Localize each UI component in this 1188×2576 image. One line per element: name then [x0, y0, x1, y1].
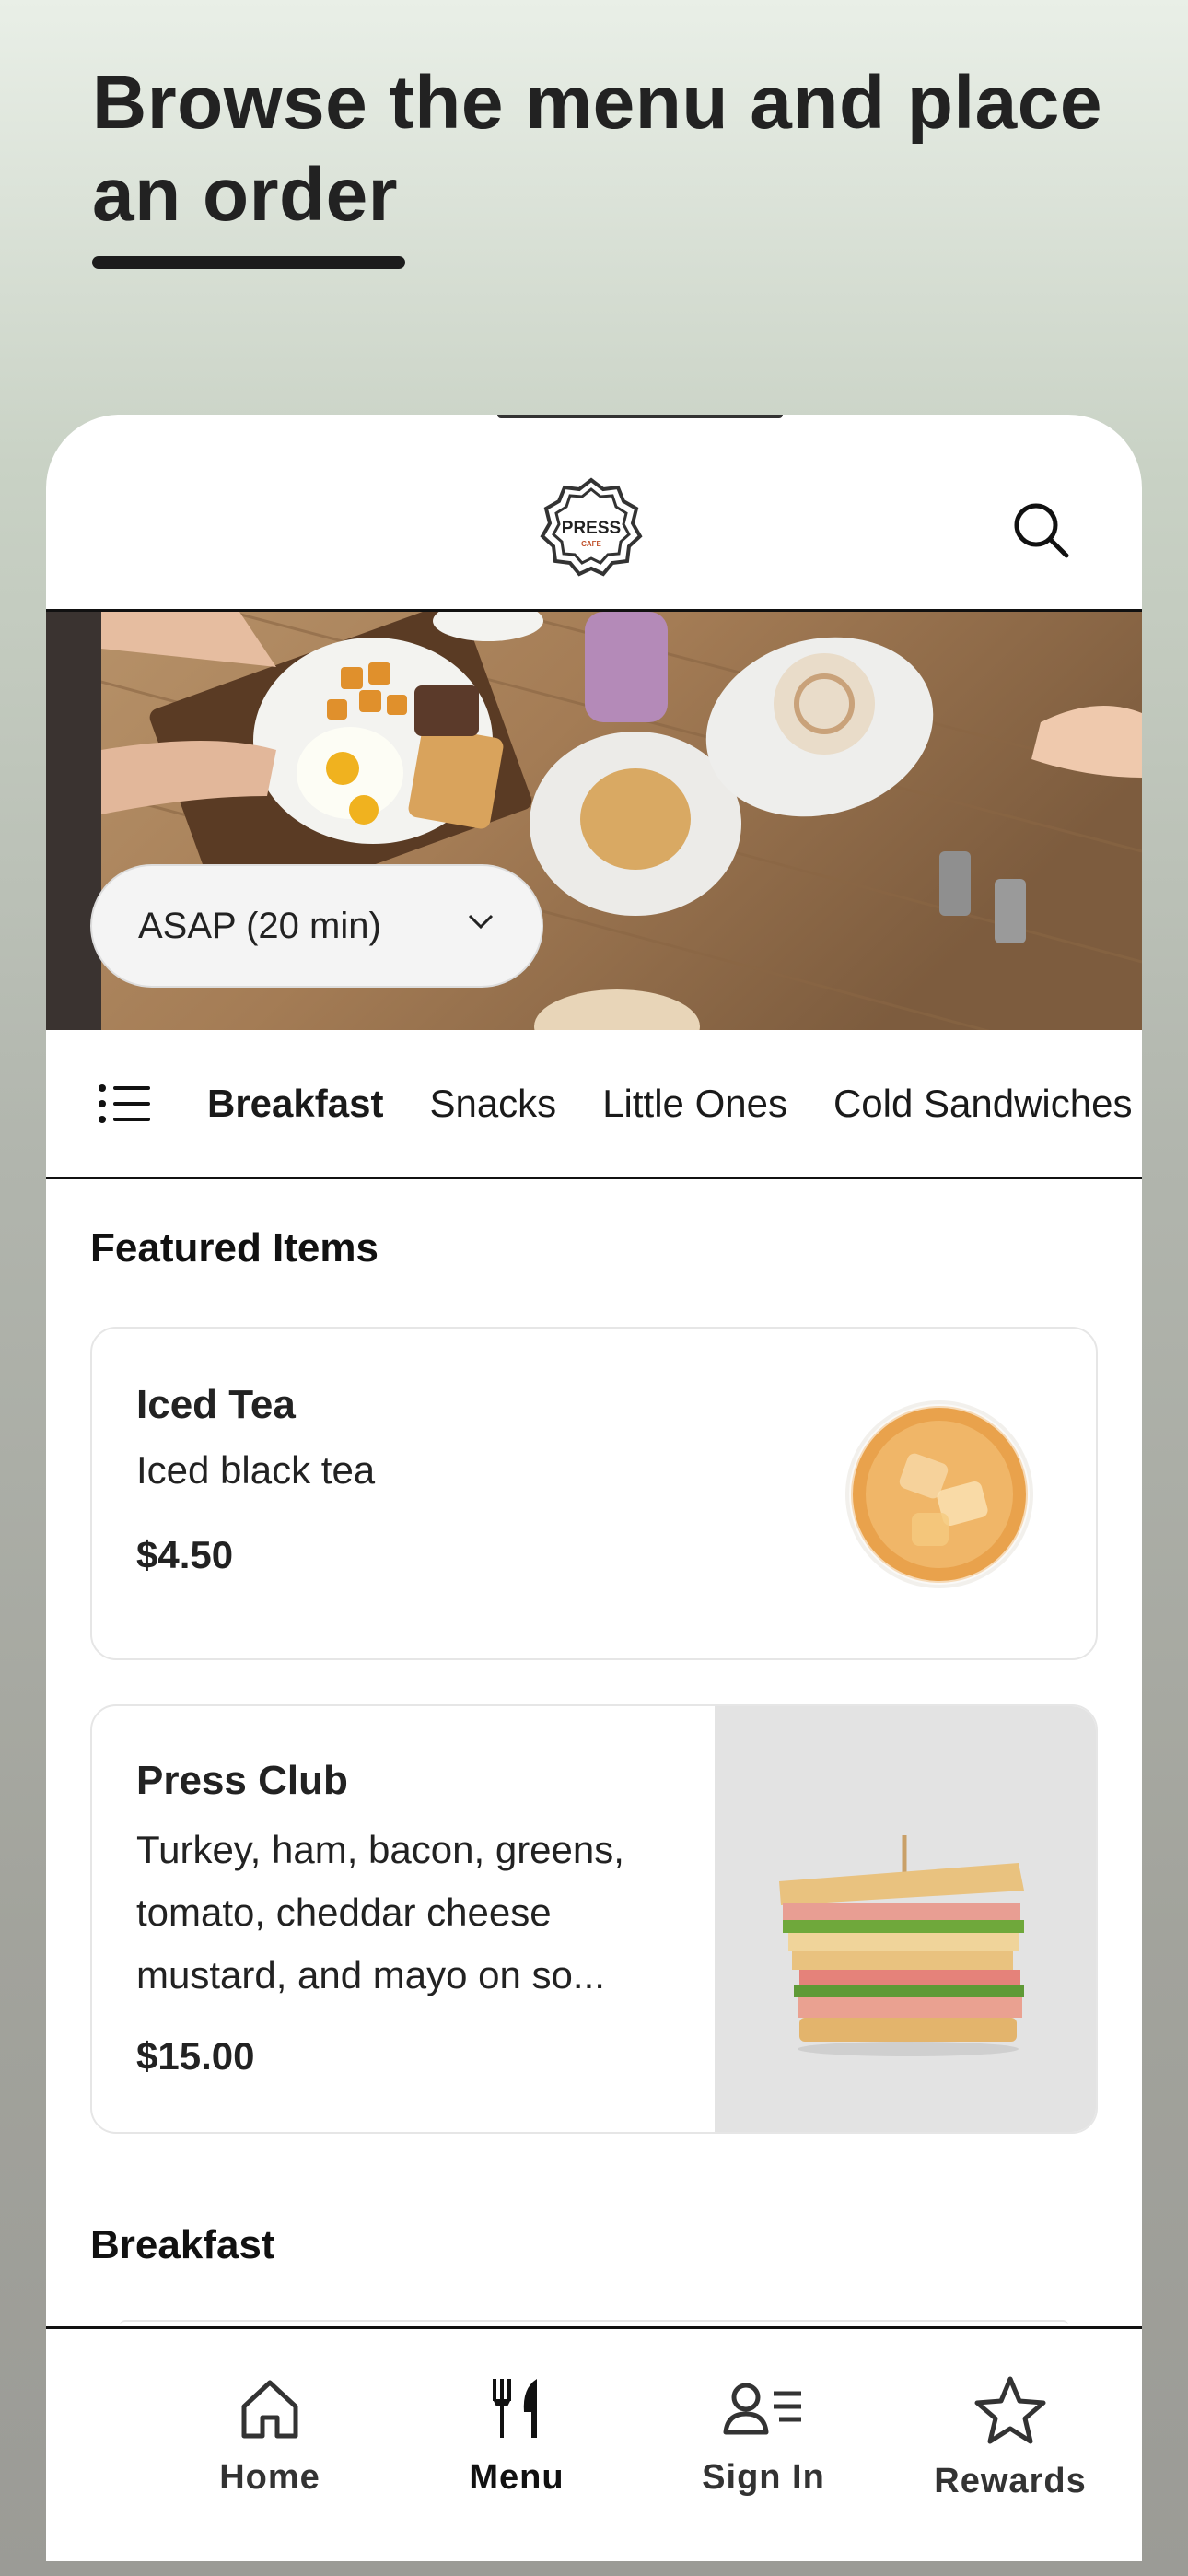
chevron-down-icon	[468, 914, 494, 930]
nav-menu-label: Menu	[469, 2458, 565, 2497]
nav-rewards[interactable]: Rewards	[887, 2329, 1134, 2561]
item-name: Iced Tea	[136, 1382, 296, 1427]
menu-item-card[interactable]: Press Club Turkey, ham, bacon, greens, t…	[90, 1704, 1098, 2134]
press-cafe-logo[interactable]: PRESS CAFE	[539, 476, 644, 581]
nav-home-label: Home	[219, 2458, 320, 2497]
search-button[interactable]	[1008, 498, 1073, 562]
press-club-sandwich-image	[715, 1706, 1096, 2132]
bottom-nav: Home Menu Sign In Rewards	[46, 2326, 1142, 2561]
tab-snacks[interactable]: Snacks	[429, 1082, 556, 1126]
search-icon	[1014, 503, 1069, 558]
nav-home[interactable]: Home	[146, 2329, 393, 2561]
category-tabs: Breakfast Snacks Little Ones Cold Sandwi…	[46, 1030, 1142, 1179]
iced-tea-image	[845, 1400, 1033, 1588]
nav-menu[interactable]: Menu	[393, 2329, 640, 2561]
star-icon	[974, 2376, 1046, 2444]
person-list-icon	[723, 2383, 801, 2435]
app-header: PRESS CAFE	[46, 415, 1142, 612]
title-underline	[92, 256, 405, 269]
item-description: Turkey, ham, bacon, greens, tomato, ched…	[136, 1828, 624, 1996]
home-icon	[241, 2380, 298, 2439]
card-peek	[120, 2320, 1068, 2325]
order-time-select[interactable]: ASAP (20 min)	[90, 864, 543, 988]
tab-little-ones[interactable]: Little Ones	[602, 1082, 787, 1126]
item-description: Iced black tea	[136, 1448, 376, 1492]
tab-breakfast[interactable]: Breakfast	[207, 1082, 383, 1126]
menu-item-card[interactable]: Iced Tea Iced black tea $4.50	[90, 1327, 1098, 1660]
tab-cold-sandwiches[interactable]: Cold Sandwiches	[833, 1082, 1133, 1126]
phone-frame: PRESS CAFE ASAP (20 min) Breakfast Snack…	[46, 415, 1142, 2561]
category-list-icon[interactable]	[97, 1081, 152, 1127]
svg-text:PRESS: PRESS	[562, 519, 621, 538]
fork-knife-icon	[493, 2379, 537, 2438]
item-name: Press Club	[136, 1758, 348, 1803]
item-price: $4.50	[136, 1533, 234, 1576]
page-title: Browse the menu and place an order	[92, 61, 1102, 237]
featured-section-title: Featured Items	[90, 1225, 379, 1270]
svg-text:CAFE: CAFE	[581, 540, 601, 548]
breakfast-section-title: Breakfast	[90, 2222, 275, 2267]
item-price: $15.00	[136, 2034, 255, 2078]
nav-rewards-label: Rewards	[934, 2462, 1087, 2500]
nav-sign-in-label: Sign In	[702, 2458, 825, 2497]
order-time-value: ASAP (20 min)	[138, 905, 381, 946]
hero-banner-image: ASAP (20 min)	[46, 612, 1142, 1030]
nav-sign-in[interactable]: Sign In	[640, 2329, 887, 2561]
